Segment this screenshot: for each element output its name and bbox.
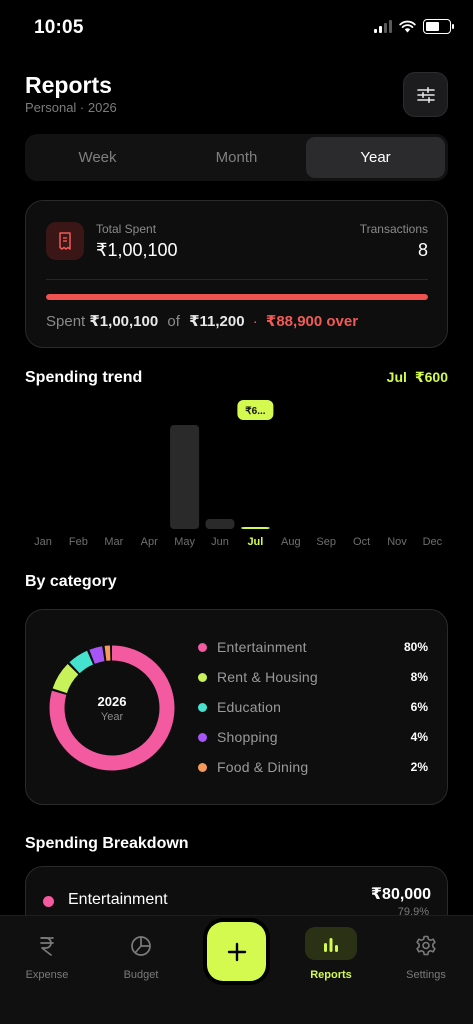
legend-swatch [198, 762, 207, 772]
segment-month[interactable]: Month [167, 137, 306, 178]
legend-percent: 8% [410, 670, 428, 684]
donut-center-label: Year [100, 710, 124, 723]
legend-swatch [198, 672, 207, 682]
budget-value: ₹11,200 [189, 313, 245, 330]
trend-tick-dec: Dec [423, 536, 443, 548]
nav-settings[interactable]: Settings [391, 916, 461, 981]
legend-item-rent-housing[interactable]: Rent & Housing 8% [198, 662, 428, 692]
by-category-title: By category [25, 573, 117, 590]
nav-label: Budget [123, 969, 159, 981]
rupee-icon [12, 932, 82, 960]
period-segmented-control: Week Month Year [25, 134, 448, 181]
page-subtitle: Personal · 2026 [25, 100, 117, 115]
of-word: of [167, 313, 180, 330]
trend-tooltip-text: ₹6... [245, 406, 265, 417]
budget-progress-bar [46, 294, 428, 300]
legend-item-education[interactable]: Education 6% [198, 692, 428, 722]
budget-summary-line: Spent ₹1,00,100 of ₹11,200 · ₹88,900 ove… [46, 312, 358, 330]
trend-tick-feb: Feb [69, 536, 88, 548]
spending-trend-title: Spending trend [25, 369, 143, 386]
transactions-label: Transactions [359, 222, 428, 236]
nav-label: Expense [25, 969, 69, 981]
sliders-icon [416, 86, 435, 103]
status-time: 10:05 [34, 17, 84, 38]
selected-month-readout: Jul ₹600 [387, 369, 448, 386]
receipt-icon [46, 222, 84, 260]
trend-bar-may[interactable] [170, 425, 200, 529]
bottom-navigation: Expense Budget Reports Settings [0, 915, 473, 1024]
breakdown-name: Entertainment [68, 891, 168, 908]
total-spent-value: ₹1,00,100 [96, 240, 178, 260]
donut-center-year: 2026 [97, 693, 127, 709]
segment-week[interactable]: Week [28, 137, 167, 178]
spent-value: ₹1,00,100 [89, 313, 159, 330]
trend-tooltip: ₹6... [237, 400, 274, 420]
nav-expense[interactable]: Expense [12, 916, 82, 981]
trend-tick-nov: Nov [387, 536, 407, 548]
breakdown-color-dot [43, 896, 54, 907]
pie-icon [106, 932, 176, 960]
trend-bar-jul[interactable] [240, 527, 270, 529]
legend-item-shopping[interactable]: Shopping 4% [198, 722, 428, 752]
plus-icon [227, 942, 246, 961]
trend-tick-sep: Sep [316, 536, 336, 548]
wifi-icon [399, 20, 416, 33]
legend-name: Education [217, 699, 282, 715]
trend-tick-oct: Oct [353, 536, 370, 548]
legend-swatch [198, 702, 207, 712]
trend-tick-may: May [174, 536, 195, 548]
legend-name: Shopping [217, 729, 278, 745]
spending-trend-chart: Jan Feb Mar Apr May Jun Jul ₹6... Aug Sep Oct Nov De… [34, 400, 443, 548]
nav-label: Reports [310, 969, 352, 981]
filter-button[interactable] [403, 72, 448, 117]
donut-center: 2026 Year [48, 644, 176, 772]
legend-percent: 4% [410, 730, 428, 744]
trend-tick-jan: Jan [34, 536, 52, 548]
category-card: 2026 Year Entertainment 80% Rent & Housin… [25, 609, 448, 805]
legend-name: Rent & Housing [217, 669, 318, 685]
spent-prefix: Spent [46, 313, 86, 330]
trend-tick-apr: Apr [141, 536, 158, 548]
nav-reports[interactable]: Reports [296, 916, 366, 981]
legend-swatch [198, 642, 207, 652]
nav-label: Settings [406, 969, 446, 981]
legend-name: Food & Dining [217, 759, 309, 775]
trend-bar-jun[interactable] [205, 519, 235, 529]
add-expense-button[interactable] [207, 922, 266, 981]
page-title: Reports [25, 72, 112, 98]
total-spent-label: Total Spent [96, 222, 157, 236]
legend-item-entertainment[interactable]: Entertainment 80% [198, 632, 428, 662]
selected-month: Jul [386, 369, 407, 385]
status-icons [374, 19, 454, 34]
separator-dot: · [252, 313, 258, 330]
trend-tick-aug: Aug [281, 536, 301, 548]
budget-progress-fill [46, 294, 428, 300]
trend-tick-jun: Jun [211, 536, 229, 548]
divider [46, 279, 428, 280]
nav-budget[interactable]: Budget [106, 916, 176, 981]
trend-tick-jul: Jul [247, 536, 263, 548]
category-legend: Entertainment 80% Rent & Housing 8% Educat… [198, 632, 428, 782]
legend-percent: 2% [410, 760, 428, 774]
legend-item-food-dining[interactable]: Food & Dining 2% [198, 752, 428, 782]
legend-percent: 6% [410, 700, 428, 714]
status-bar: 10:05 [0, 0, 473, 56]
bar-chart-icon [305, 927, 357, 960]
gear-icon [391, 932, 461, 960]
battery-icon [423, 19, 454, 34]
selected-value: ₹600 [414, 369, 448, 385]
cellular-signal-icon [374, 20, 392, 33]
breakdown-amount: ₹80,000 [370, 886, 431, 903]
spending-breakdown-title: Spending Breakdown [25, 835, 189, 852]
summary-card: Total Spent ₹1,00,100 Transactions 8 Spe… [25, 200, 448, 348]
legend-percent: 80% [403, 640, 428, 654]
legend-name: Entertainment [217, 639, 307, 655]
trend-tick-mar: Mar [104, 536, 123, 548]
transactions-value: 8 [417, 240, 428, 260]
over-budget-text: ₹88,900 over [265, 313, 359, 330]
legend-swatch [198, 732, 207, 742]
segment-year[interactable]: Year [306, 137, 445, 178]
